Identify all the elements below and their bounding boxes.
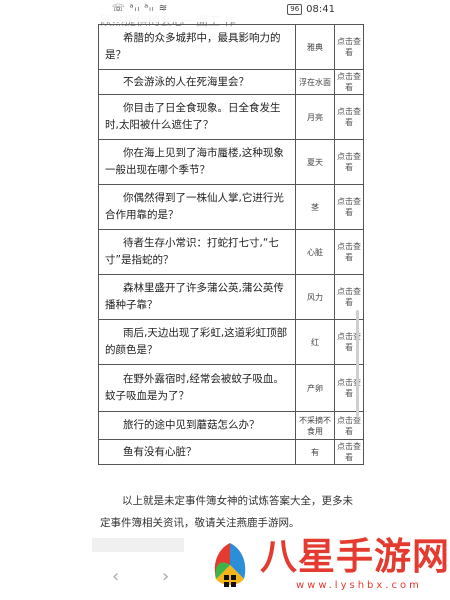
battery-icon: 96 [287, 4, 303, 15]
table-row: 你偶然得到了一株仙人掌,它进行光合作用靠的是？茎点击查看 [98, 184, 364, 230]
view-answer-button[interactable]: 点击查看 [334, 24, 364, 70]
answer-cell: 风力 [295, 274, 335, 320]
view-answer-button[interactable]: 点击查看 [334, 69, 364, 95]
view-answer-button[interactable]: 点击查看 [334, 274, 364, 320]
table-row: 鱼有没有心脏？有点击查看 [98, 439, 364, 465]
logo-icon [214, 543, 246, 587]
table-row: 旅行的途中见到蘑菇怎么办？ 不采摘不食用 点击查看 [98, 411, 364, 440]
answer-table: 希腊的众多城邦中，最具影响力的是？ 雅典 点击查看 不会游泳的人在死海里会？ 浮在水面点… [98, 24, 364, 465]
answer-cell: 不采摘不食用 [295, 411, 335, 440]
question-cell: 在野外露宿时,经常会被蚊子吸血。蚊子吸血是为了？ [98, 364, 296, 412]
status-bar: ☏ ᵃᵢₗ ᵃᵢₗ ≋ 96 08:41 [0, 0, 450, 22]
status-time: 08:41 [306, 4, 335, 15]
page: ☏ ᵃᵢₗ ᵃᵢₗ ≋ 96 08:41 跃然提供的会心一面工 作 · 希腊的众… [0, 0, 450, 600]
faded-bar [92, 538, 184, 552]
table-row: 希腊的众多城邦中，最具影响力的是？ 雅典 点击查看 [98, 24, 364, 70]
view-answer-button[interactable]: 点击查看 [334, 319, 364, 365]
signal-wifi-icons: ☏ ᵃᵢₗ ᵃᵢₗ ≋ [112, 3, 169, 14]
forward-arrow-icon[interactable]: › [162, 566, 169, 587]
question-cell: 你偶然得到了一株仙人掌,它进行光合作用靠的是？ [98, 184, 296, 230]
view-answer-button[interactable]: 点击查看 [334, 364, 364, 412]
answer-cell: 心脏 [295, 229, 335, 275]
answer-cell: 浮在水面 [295, 69, 335, 95]
question-cell: 森林里盛开了许多蒲公英,蒲公英传播种子靠？ [98, 274, 296, 320]
answer-cell: 红 [295, 319, 335, 365]
question-cell: 旅行的途中见到蘑菇怎么办？ [98, 411, 296, 440]
view-answer-button[interactable]: 点击查看 [334, 411, 364, 440]
watermark-name: 八星手游网 [260, 535, 450, 578]
summary-paragraph: 以上就是未定事件簿女神的试炼答案大全，更多未定事件簿相关资讯，敬请关注燕鹿手游网… [100, 495, 353, 529]
table-row: 待者生存小常识：打蛇打七寸,“七寸”是指蛇的？ 心脏 点击查看 [98, 229, 364, 275]
question-cell: 鱼有没有心脏？ [98, 439, 296, 465]
table-row: 你目击了日全食现象。日全食发生时,太阳被什么遮住了？ 月亮 点击查看 [98, 94, 364, 140]
answer-cell: 夏天 [295, 139, 335, 185]
answer-cell: 产卵 [295, 364, 335, 412]
answer-cell: 茎 [295, 184, 335, 230]
view-answer-button[interactable]: 点击查看 [334, 229, 364, 275]
table-row: 不会游泳的人在死海里会？ 浮在水面 点击查看 [98, 69, 364, 95]
question-cell: 雨后,天边出现了彩虹,这道彩虹顶部的颜色是？ [98, 319, 296, 365]
question-cell: 希腊的众多城邦中，最具影响力的是？ [98, 24, 296, 70]
answer-cell: 有 [295, 439, 335, 465]
view-answer-button[interactable]: 点击查看 [334, 94, 364, 140]
question-cell: 不会游泳的人在死海里会？ [98, 69, 296, 95]
question-cell: 你目击了日全食现象。日全食发生时,太阳被什么遮住了？ [98, 94, 296, 140]
table-row: 你在海上见到了海市蜃楼,这种现象一般出现在哪个季节？ 夏天 点击查看 [98, 139, 364, 185]
watermark-logo: 八星手游网 www.lyshbx.com [204, 533, 450, 600]
table-row: 雨后,天边出现了彩虹,这道彩虹顶部的颜色是？红点击查看 [98, 319, 364, 365]
scrollbar-thumb[interactable] [356, 310, 359, 418]
view-answer-button[interactable]: 点击查看 [334, 139, 364, 185]
watermark-url: www.lyshbx.com [296, 580, 422, 591]
answer-cell: 雅典 [295, 24, 335, 70]
table-row: 在野外露宿时,经常会被蚊子吸血。蚊子吸血是为了？ 产卵 点击查看 [98, 364, 364, 412]
status-right: 96 08:41 [287, 4, 335, 15]
view-answer-button[interactable]: 点击查看 [334, 184, 364, 230]
question-cell: 你在海上见到了海市蜃楼,这种现象一般出现在哪个季节？ [98, 139, 296, 185]
answer-cell: 月亮 [295, 94, 335, 140]
view-answer-button[interactable]: 点击查看 [334, 439, 364, 465]
table-row: 森林里盛开了许多蒲公英,蒲公英传播种子靠？ 风力 点击查看 [98, 274, 364, 320]
back-arrow-icon[interactable]: ‹ [112, 566, 119, 587]
question-cell: 待者生存小常识：打蛇打七寸,“七寸”是指蛇的？ [98, 229, 296, 275]
